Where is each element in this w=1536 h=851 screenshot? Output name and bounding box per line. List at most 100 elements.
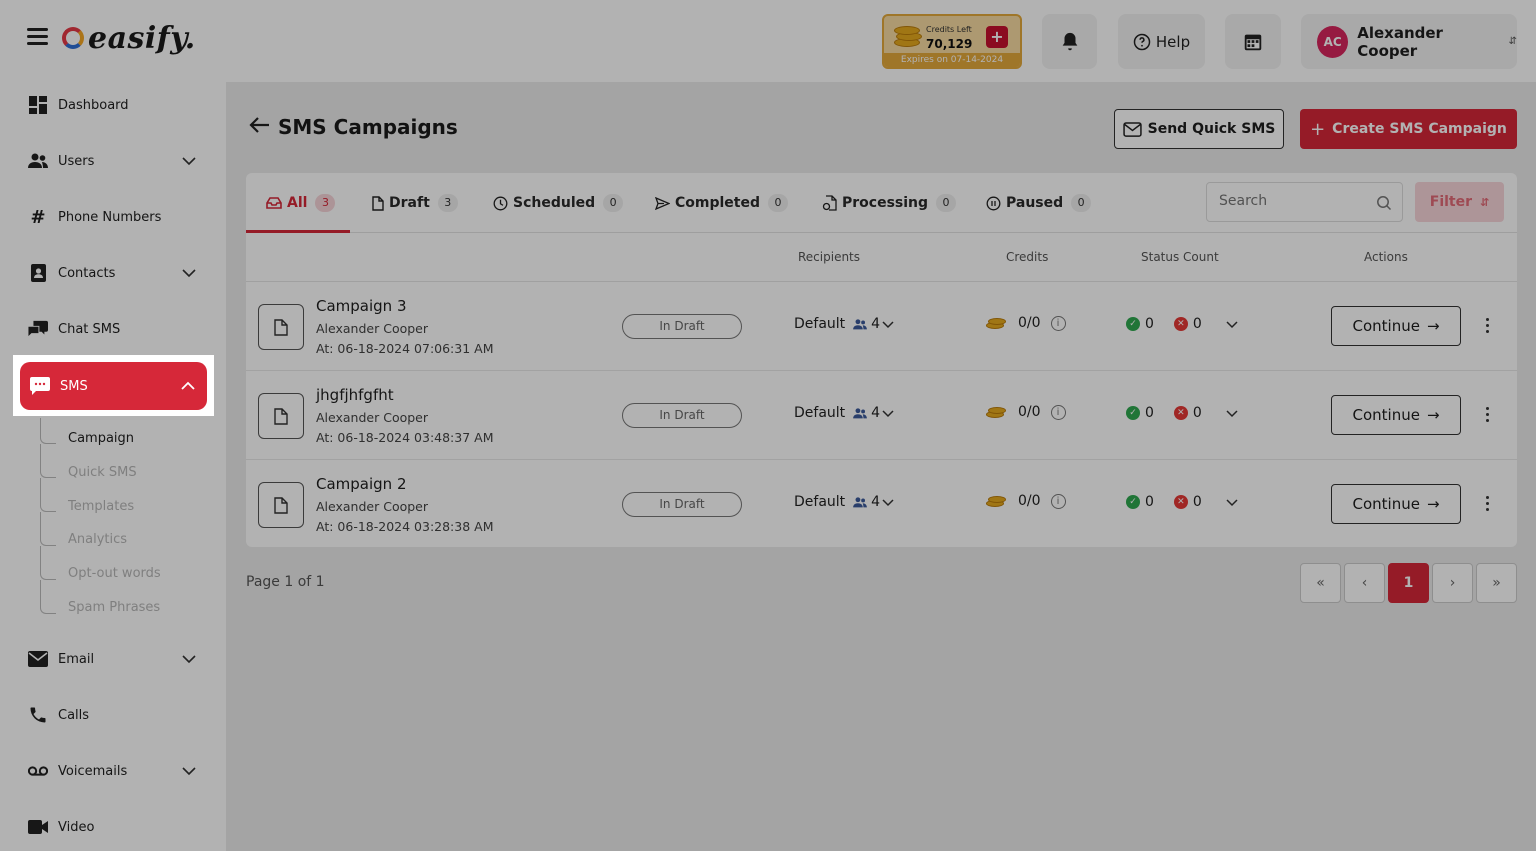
tab-processing[interactable]: Processing 0 bbox=[822, 191, 957, 215]
user-menu[interactable]: AC Alexander Cooper ⇵ bbox=[1301, 14, 1517, 69]
table-row[interactable]: Campaign 3 Alexander Cooper At: 06-18-20… bbox=[246, 282, 1517, 371]
status-badge: In Draft bbox=[622, 314, 742, 339]
more-options-icon[interactable] bbox=[1486, 496, 1489, 511]
chevron-down-icon[interactable] bbox=[1226, 408, 1238, 418]
last-page-button[interactable]: » bbox=[1476, 563, 1517, 603]
page-1-button[interactable]: 1 bbox=[1388, 563, 1429, 603]
chevron-down-icon[interactable] bbox=[180, 650, 198, 668]
more-options-icon[interactable] bbox=[1486, 318, 1489, 333]
video-icon bbox=[28, 817, 48, 837]
chevron-down-icon[interactable] bbox=[180, 152, 198, 170]
add-credits-button[interactable]: + bbox=[986, 26, 1008, 48]
submenu-item-analytics[interactable]: Analytics bbox=[68, 532, 127, 547]
notifications-button[interactable] bbox=[1042, 14, 1097, 69]
chevron-down-icon[interactable] bbox=[1226, 319, 1238, 329]
user-name: Alexander Cooper bbox=[1357, 23, 1443, 60]
prev-page-button[interactable]: ‹ bbox=[1344, 563, 1385, 603]
users-icon bbox=[28, 151, 48, 171]
sidebar-item-label: Calls bbox=[58, 707, 90, 723]
search-icon[interactable] bbox=[1376, 195, 1392, 211]
continue-button[interactable]: Continue → bbox=[1331, 306, 1461, 346]
document-icon bbox=[258, 482, 304, 528]
more-options-icon[interactable] bbox=[1486, 407, 1489, 422]
coins-icon bbox=[986, 316, 1006, 330]
credits-value: 0/0 bbox=[1018, 315, 1041, 331]
sidebar-item-dashboard[interactable]: Dashboard bbox=[28, 93, 198, 117]
credits-cell: 0/0 i bbox=[986, 315, 1066, 331]
sidebar-item-contacts[interactable]: Contacts bbox=[28, 261, 198, 285]
table-row[interactable]: Campaign 2 Alexander Cooper At: 06-18-20… bbox=[246, 460, 1517, 549]
chevron-down-icon[interactable] bbox=[1226, 497, 1238, 507]
submenu-item-templates[interactable]: Templates bbox=[68, 499, 134, 514]
recipients-dropdown[interactable]: Default 4 bbox=[794, 405, 894, 421]
tab-completed[interactable]: Completed 0 bbox=[655, 191, 789, 215]
credits-value: 0/0 bbox=[1018, 493, 1041, 509]
info-icon[interactable]: i bbox=[1050, 404, 1066, 420]
tab-count-badge: 0 bbox=[1071, 194, 1092, 212]
sidebar-item-chat-sms[interactable]: Chat SMS bbox=[28, 317, 198, 341]
search-input[interactable] bbox=[1219, 193, 1369, 209]
create-sms-campaign-button[interactable]: + Create SMS Campaign bbox=[1300, 109, 1517, 149]
success-count: 0 bbox=[1145, 316, 1154, 332]
chevron-up-icon[interactable] bbox=[179, 377, 197, 395]
continue-button[interactable]: Continue → bbox=[1331, 484, 1461, 524]
continue-button[interactable]: Continue → bbox=[1331, 395, 1461, 435]
campaign-name[interactable]: Campaign 3 bbox=[316, 297, 407, 315]
search-field[interactable] bbox=[1206, 182, 1403, 222]
users-icon bbox=[853, 496, 868, 508]
table-row[interactable]: jhgfjhfgfht Alexander Cooper At: 06-18-2… bbox=[246, 371, 1517, 460]
submenu-item-quick-sms[interactable]: Quick SMS bbox=[68, 465, 137, 480]
campaign-name[interactable]: jhgfjhfgfht bbox=[316, 386, 394, 404]
info-icon[interactable]: i bbox=[1050, 315, 1066, 331]
recipients-dropdown[interactable]: Default 4 bbox=[794, 494, 894, 510]
sidebar-item-voicemails[interactable]: Voicemails bbox=[28, 759, 198, 783]
help-button[interactable]: Help bbox=[1118, 14, 1205, 69]
tab-draft[interactable]: Draft 3 bbox=[372, 191, 458, 215]
submenu-item-opt-out-words[interactable]: Opt-out words bbox=[68, 566, 161, 581]
submenu-item-spam-phrases[interactable]: Spam Phrases bbox=[68, 600, 160, 615]
filter-label: Filter bbox=[1429, 194, 1473, 210]
filter-button[interactable]: Filter ⇵ bbox=[1415, 182, 1504, 222]
send-quick-sms-button[interactable]: Send Quick SMS bbox=[1114, 109, 1284, 149]
credits-expiry: Expires on 07-14-2024 bbox=[884, 53, 1020, 67]
tree-connector bbox=[40, 444, 56, 478]
status-badge: In Draft bbox=[622, 492, 742, 517]
arrow-right-icon: → bbox=[1426, 317, 1440, 335]
logo-text: easify. bbox=[88, 20, 196, 56]
submenu-item-campaign[interactable]: Campaign bbox=[68, 431, 134, 446]
x-circle-icon: ✕ bbox=[1173, 317, 1188, 331]
menu-icon[interactable] bbox=[27, 28, 48, 46]
recipients-dropdown[interactable]: Default 4 bbox=[794, 316, 894, 332]
recipients-count: 4 bbox=[871, 316, 881, 332]
back-arrow-icon[interactable] bbox=[248, 116, 270, 134]
document-icon bbox=[258, 304, 304, 350]
sidebar-item-label: Phone Numbers bbox=[58, 209, 162, 225]
logo[interactable]: easify. bbox=[62, 18, 196, 58]
recipients-count: 4 bbox=[871, 405, 881, 421]
avatar: AC bbox=[1317, 25, 1349, 58]
file-icon bbox=[372, 195, 384, 211]
chevron-down-icon[interactable] bbox=[180, 264, 198, 282]
clock-icon bbox=[493, 196, 508, 211]
tab-all[interactable]: All 3 bbox=[266, 191, 336, 215]
info-icon[interactable]: i bbox=[1050, 493, 1066, 509]
create-sms-campaign-label: Create SMS Campaign bbox=[1332, 121, 1507, 137]
check-circle-icon: ✓ bbox=[1126, 495, 1140, 509]
sidebar-item-email[interactable]: Email bbox=[28, 647, 198, 671]
tab-paused[interactable]: Paused 0 bbox=[986, 191, 1092, 215]
campaign-owner: Alexander Cooper bbox=[316, 499, 428, 514]
next-page-button[interactable]: › bbox=[1432, 563, 1473, 603]
help-icon bbox=[1133, 33, 1151, 50]
sidebar-item-phone-numbers[interactable]: # Phone Numbers bbox=[28, 205, 198, 229]
chevron-down-icon[interactable] bbox=[180, 762, 198, 780]
tab-scheduled[interactable]: Scheduled 0 bbox=[493, 191, 624, 215]
campaign-name[interactable]: Campaign 2 bbox=[316, 475, 407, 493]
calendar-button[interactable] bbox=[1225, 14, 1281, 69]
column-header-credits: Credits bbox=[1006, 250, 1049, 264]
sidebar-item-users[interactable]: Users bbox=[28, 149, 198, 173]
sidebar-item-sms[interactable]: SMS bbox=[20, 362, 207, 410]
sidebar-item-calls[interactable]: Calls bbox=[28, 703, 198, 727]
first-page-button[interactable]: « bbox=[1300, 563, 1341, 603]
sidebar-item-video[interactable]: Video bbox=[28, 815, 198, 839]
tab-count-badge: 3 bbox=[437, 194, 458, 212]
